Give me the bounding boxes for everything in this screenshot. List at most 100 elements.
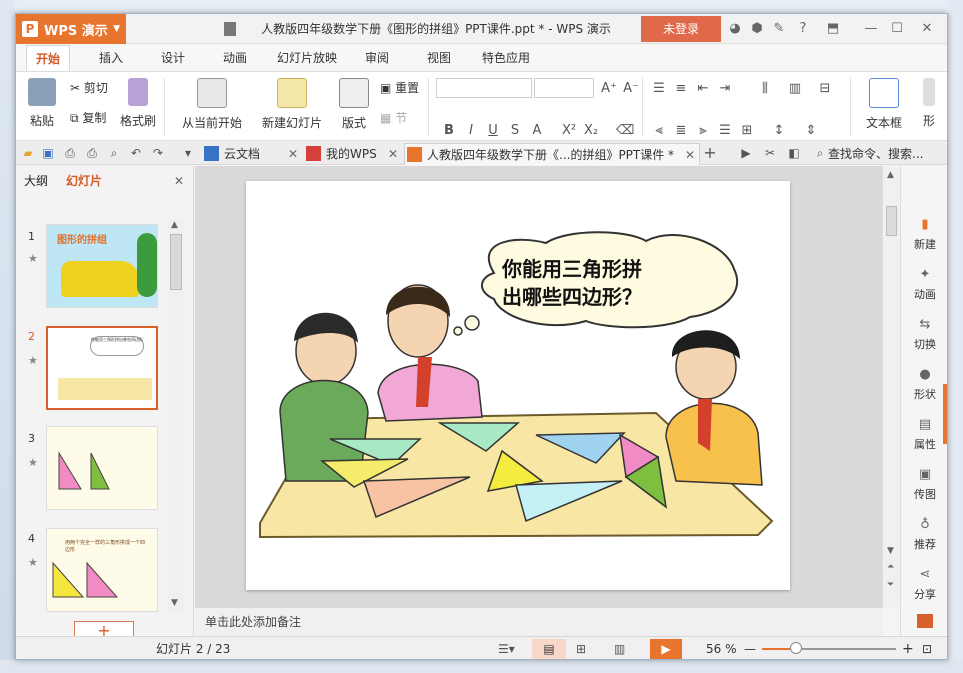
- tab-design[interactable]: 设计: [156, 45, 190, 71]
- current-slide[interactable]: 你能用三角形拼 出哪些四边形？: [246, 181, 790, 590]
- copy-button[interactable]: ⧉ 复制: [70, 108, 106, 128]
- sidebar-item-recommend[interactable]: ♁ 推荐: [901, 516, 947, 552]
- slide-sorter-icon[interactable]: ⊞: [576, 637, 586, 659]
- superscript-icon[interactable]: X²: [560, 122, 578, 140]
- shape-button[interactable]: 形: [914, 78, 944, 129]
- scroll-down-icon[interactable]: ▼: [887, 546, 894, 556]
- scroll-down-icon[interactable]: ▼: [171, 598, 178, 608]
- tab-home[interactable]: 开始: [26, 45, 70, 71]
- align-text-icon[interactable]: ⊟: [816, 80, 834, 98]
- slide-thumbnail-3[interactable]: [46, 426, 158, 510]
- subscript-icon[interactable]: X₂: [582, 122, 600, 140]
- print-preview-icon[interactable]: ⌕: [106, 145, 122, 161]
- search-icon[interactable]: ⌕: [812, 145, 828, 161]
- app-menu-button[interactable]: P WPS 演示 ▼: [16, 14, 126, 44]
- tab-view[interactable]: 视图: [422, 45, 456, 71]
- close-tab-icon[interactable]: ✕: [388, 143, 398, 165]
- login-button[interactable]: 未登录: [641, 16, 721, 42]
- normal-view-icon[interactable]: ▤: [532, 639, 566, 659]
- toolbox-icon[interactable]: [917, 614, 933, 628]
- print-icon[interactable]: ⎙: [84, 145, 100, 161]
- sidebar-item-properties[interactable]: ▤ 属性: [901, 416, 947, 452]
- minimize-icon[interactable]: —: [862, 20, 880, 38]
- scroll-up-icon[interactable]: ▲: [171, 220, 178, 230]
- align-right-icon[interactable]: ⫸: [694, 122, 712, 140]
- tools-icon[interactable]: ✂: [762, 145, 778, 161]
- pane-toggle[interactable]: [943, 384, 947, 444]
- tab-insert[interactable]: 插入: [94, 45, 128, 71]
- slide-thumbnail-1[interactable]: 图形的拼组: [46, 224, 158, 308]
- redo-icon[interactable]: ↷: [150, 145, 166, 161]
- paragraph-spacing-icon[interactable]: ⇕: [802, 122, 820, 140]
- sidebar-item-new[interactable]: ▮ 新建: [901, 216, 947, 252]
- sidebar-item-animation[interactable]: ✦ 动画: [901, 266, 947, 302]
- notes-view-icon[interactable]: ☰▾: [498, 637, 515, 659]
- textbox-button[interactable]: 文本框: [858, 78, 910, 131]
- help-icon[interactable]: ?: [794, 20, 812, 38]
- close-tab-icon[interactable]: ✕: [685, 144, 695, 166]
- scroll-thumb[interactable]: [886, 206, 897, 236]
- zoom-level[interactable]: 56 %: [706, 637, 737, 659]
- scroll-thumb[interactable]: [170, 234, 182, 290]
- close-icon[interactable]: ✕: [918, 20, 936, 38]
- slide-question-text[interactable]: 你能用三角形拼 出哪些四边形？: [502, 255, 722, 311]
- doc-tab-active[interactable]: 人教版四年级数学下册《...的拼组》PPT课件 * ✕: [404, 143, 700, 165]
- play-slideshow-button[interactable]: ▶: [650, 639, 682, 659]
- tab-special-apps[interactable]: 特色应用: [476, 45, 536, 71]
- strikethrough-icon[interactable]: S: [506, 122, 524, 140]
- increase-indent-icon[interactable]: ⇥: [716, 80, 734, 98]
- format-painter-button[interactable]: 格式刷: [120, 78, 156, 129]
- reset-button[interactable]: ▣ 重置: [380, 78, 419, 98]
- doc-tab-cloud[interactable]: 云文档 ✕: [202, 143, 302, 165]
- align-left-icon[interactable]: ⫷: [650, 122, 668, 140]
- chevron-down-icon[interactable]: ▾: [180, 145, 196, 161]
- italic-icon[interactable]: I: [462, 122, 480, 140]
- close-tab-icon[interactable]: ✕: [288, 143, 298, 165]
- skin-icon[interactable]: ◕: [726, 20, 744, 38]
- columns-icon[interactable]: ▥: [786, 80, 804, 98]
- justify-icon[interactable]: ☰: [716, 122, 734, 140]
- play-from-current-button[interactable]: 从当前开始: [174, 78, 250, 131]
- slide-thumbnail-2[interactable]: 你能用三角形拼出哪些四边形: [46, 326, 158, 410]
- zoom-out-icon[interactable]: —: [744, 637, 756, 659]
- panel-scrollbar[interactable]: ▲ ▼: [168, 218, 184, 613]
- layout-button[interactable]: 版式: [334, 78, 374, 131]
- open-folder-icon[interactable]: ▰: [20, 145, 36, 161]
- sidebar-item-transition[interactable]: ⇆ 切换: [901, 316, 947, 352]
- clear-format-icon[interactable]: ⌫: [616, 122, 634, 140]
- new-tab-icon[interactable]: +: [702, 145, 718, 161]
- font-color-icon[interactable]: A: [528, 122, 546, 140]
- settings-icon[interactable]: ⬢: [748, 20, 766, 38]
- scroll-up-icon[interactable]: ▲: [887, 170, 894, 180]
- next-slide-icon[interactable]: ⏷: [887, 580, 894, 590]
- feedback-icon[interactable]: ✎: [770, 20, 788, 38]
- paste-button[interactable]: 粘贴: [24, 78, 60, 129]
- font-size-select[interactable]: [534, 78, 594, 98]
- sidebar-item-shape[interactable]: ● 形状: [901, 366, 947, 402]
- increase-font-icon[interactable]: A⁺: [600, 80, 618, 98]
- cut-button[interactable]: ✂ 剪切: [70, 78, 108, 98]
- bold-icon[interactable]: B: [440, 122, 458, 140]
- maximize-icon[interactable]: ☐: [888, 20, 906, 38]
- zoom-slider-handle[interactable]: [790, 642, 802, 654]
- window-icon[interactable]: ◧: [786, 145, 802, 161]
- text-direction-icon[interactable]: ⫼: [756, 80, 774, 98]
- save-icon[interactable]: ▣: [40, 145, 56, 161]
- section-button[interactable]: ▦ 节: [380, 108, 407, 128]
- tab-review[interactable]: 审阅: [360, 45, 394, 71]
- canvas-scrollbar[interactable]: ▲ ▼ ⏶ ⏷: [882, 166, 900, 607]
- distributed-icon[interactable]: ⊞: [738, 122, 756, 140]
- fit-window-icon[interactable]: ⊡: [922, 637, 932, 659]
- new-slide-button[interactable]: 新建幻灯片: [254, 78, 330, 131]
- notes-field[interactable]: 单击此处添加备注: [195, 607, 883, 636]
- decrease-indent-icon[interactable]: ⇤: [694, 80, 712, 98]
- tab-outline[interactable]: 大纲: [24, 166, 48, 196]
- font-name-select[interactable]: [436, 78, 532, 98]
- tab-slides[interactable]: 幻灯片: [66, 166, 102, 196]
- tab-animation[interactable]: 动画: [218, 45, 252, 71]
- slide-thumbnail-4[interactable]: 用两个完全一样的三角形拼成一个四边形: [46, 528, 158, 612]
- undo-icon[interactable]: ↶: [128, 145, 144, 161]
- zoom-in-icon[interactable]: +: [902, 637, 914, 659]
- export-pdf-icon[interactable]: ⎙: [62, 145, 78, 161]
- prev-slide-icon[interactable]: ⏶: [887, 562, 894, 572]
